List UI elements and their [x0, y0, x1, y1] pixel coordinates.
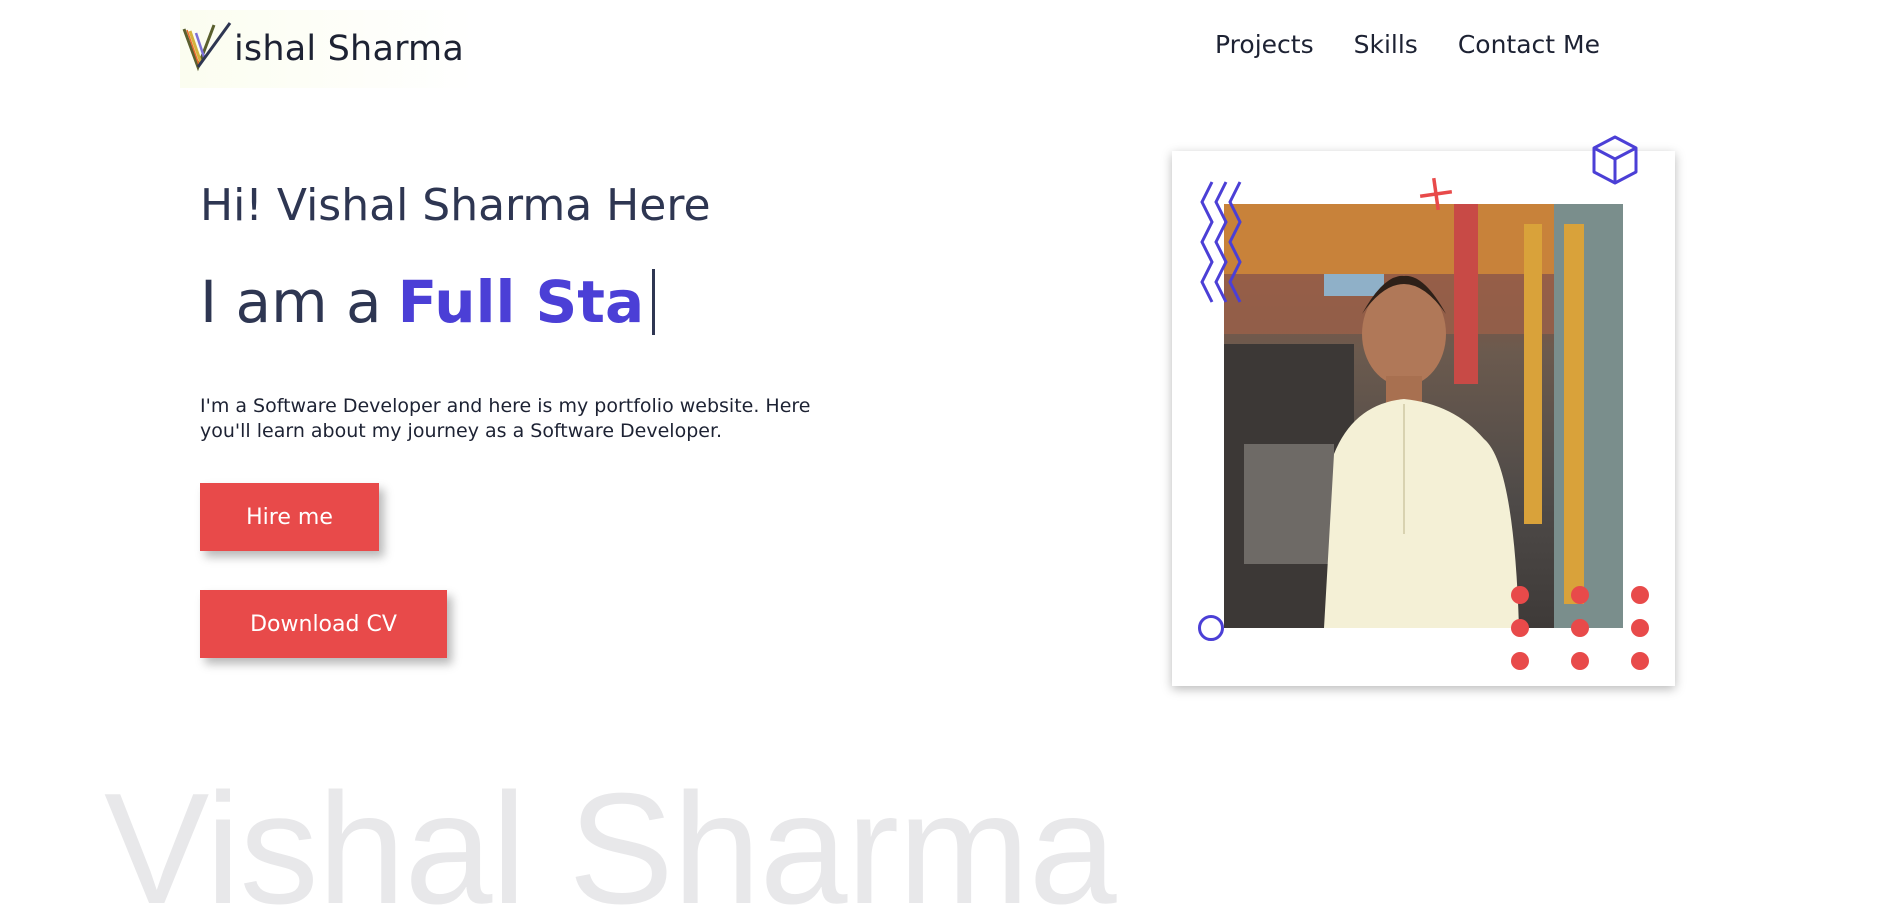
plus-icon: [1419, 177, 1453, 211]
nav-contact[interactable]: Contact Me: [1458, 30, 1600, 59]
typing-cursor: [652, 269, 656, 335]
nav-skills[interactable]: Skills: [1354, 30, 1418, 59]
zigzag-icon: [1200, 181, 1242, 303]
main-nav: Projects Skills Contact Me: [1215, 30, 1600, 59]
hero-greeting: Hi! Vishal Sharma Here: [200, 180, 711, 231]
nav-projects[interactable]: Projects: [1215, 30, 1314, 59]
profile-photo: [1224, 204, 1623, 628]
download-cv-button[interactable]: Download CV: [200, 590, 447, 658]
typing-headline: I am a Full Sta: [200, 268, 656, 336]
portfolio-page: ishal Sharma Projects Skills Contact Me …: [0, 0, 1884, 908]
cube-icon: [1592, 135, 1638, 185]
dot-grid-icon: [1511, 586, 1649, 670]
site-logo[interactable]: ishal Sharma: [180, 10, 475, 88]
circle-outline-icon: [1198, 615, 1224, 641]
logo-text: ishal Sharma: [234, 29, 465, 69]
typing-prefix: I am a: [200, 268, 382, 336]
hire-me-button[interactable]: Hire me: [200, 483, 379, 551]
typing-role: Full Sta: [397, 268, 645, 336]
background-name-watermark: Vishal Sharma: [104, 761, 1117, 908]
v-logo-icon: [182, 22, 232, 72]
intro-paragraph: I'm a Software Developer and here is my …: [200, 395, 811, 442]
